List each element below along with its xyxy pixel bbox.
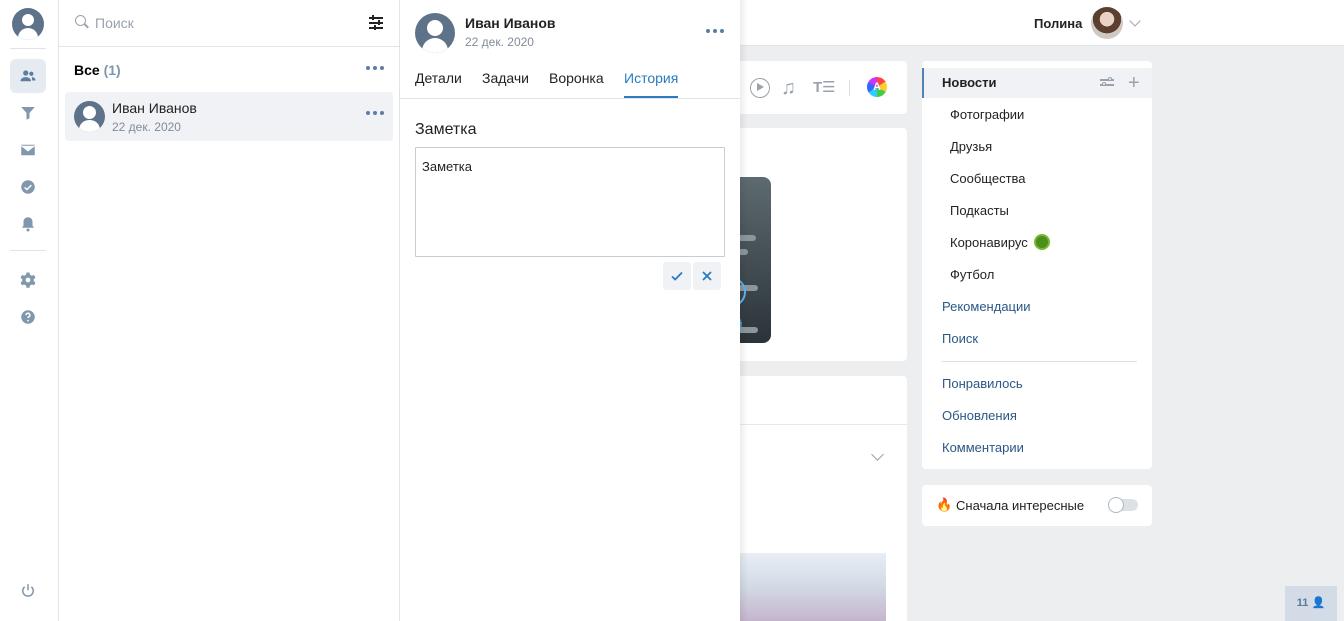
plus-icon[interactable]: + <box>1128 73 1140 93</box>
poster-icon[interactable]: A <box>867 77 887 97</box>
tab-tasks[interactable]: Задачи <box>482 70 529 96</box>
contact-date: 22 дек. 2020 <box>112 120 181 134</box>
menu-item-communities[interactable]: Сообщества <box>950 171 1026 186</box>
avatar <box>74 101 105 132</box>
contacts-icon[interactable] <box>10 59 46 93</box>
group-count: (1) <box>103 62 121 78</box>
online-friends-badge[interactable]: 11 👤 <box>1285 586 1337 621</box>
menu-item-football[interactable]: Футбол <box>950 267 994 282</box>
online-count: 11 <box>1296 597 1309 609</box>
more-icon[interactable] <box>366 110 384 116</box>
search-input[interactable] <box>95 12 355 34</box>
menu-item-news[interactable]: Новости <box>942 75 997 90</box>
chevron-down-icon[interactable] <box>871 448 884 461</box>
save-note-button[interactable] <box>663 262 691 290</box>
menu-item-photos[interactable]: Фотографии <box>950 107 1024 122</box>
interesting-first-toggle[interactable] <box>1108 497 1138 513</box>
menu-divider <box>942 361 1137 362</box>
contact-date: 22 дек. 2020 <box>465 35 534 49</box>
funnel-icon[interactable] <box>10 96 46 130</box>
mail-icon[interactable] <box>10 133 46 167</box>
fire-icon: 🔥 <box>936 497 953 512</box>
tab-details[interactable]: Детали <box>415 70 462 96</box>
group-name: Все <box>74 62 100 78</box>
more-icon[interactable] <box>706 28 724 34</box>
close-icon <box>702 271 712 281</box>
music-icon[interactable]: ♫ <box>781 78 801 98</box>
panel-shadow <box>740 0 748 621</box>
tab-funnel[interactable]: Воронка <box>549 70 604 96</box>
chevron-down-icon <box>1129 15 1141 27</box>
more-icon[interactable] <box>366 65 384 71</box>
sidebar-divider <box>10 250 46 251</box>
avatar[interactable] <box>415 13 455 53</box>
menu-item-coronavirus[interactable]: Коронавирус <box>950 235 1048 250</box>
gear-icon[interactable] <box>10 263 46 297</box>
toolbar-divider <box>849 80 850 96</box>
menu-item-search[interactable]: Поиск <box>942 331 978 346</box>
menu-item-updates[interactable]: Обновления <box>942 408 1017 423</box>
menu-item-liked[interactable]: Понравилось <box>942 376 1023 391</box>
menu-item-comments[interactable]: Комментарии <box>942 440 1024 455</box>
video-icon[interactable] <box>750 78 770 98</box>
note-textarea[interactable]: Заметка <box>415 147 725 257</box>
power-icon[interactable] <box>10 574 46 608</box>
avatar[interactable] <box>12 8 44 40</box>
tab-history[interactable]: История <box>624 70 679 98</box>
list-item[interactable]: Иван Иванов 22 дек. 2020 <box>65 92 393 141</box>
cancel-note-button[interactable] <box>693 262 721 290</box>
menu-item-label: Коронавирус <box>950 235 1028 250</box>
search-icon <box>75 15 89 29</box>
group-header[interactable]: Все (1) <box>74 62 121 78</box>
contacts-panel: Все (1) Иван Иванов 22 дек. 2020 <box>59 0 400 621</box>
note-title: Заметка <box>415 121 477 138</box>
check-icon <box>671 271 683 281</box>
feed-menu: Новости + Фотографии Друзья Сообщества П… <box>922 61 1152 469</box>
check-circle-icon[interactable] <box>10 170 46 204</box>
detail-tabs: Детали Задачи Воронка История <box>400 60 740 99</box>
interesting-first-label: Сначала интересные <box>956 498 1085 513</box>
contact-detail-panel: Иван Иванов 22 дек. 2020 Детали Задачи В… <box>400 0 740 621</box>
virus-icon <box>1035 236 1048 248</box>
crm-sidebar <box>0 0 59 621</box>
filter-settings-icon[interactable] <box>1100 77 1114 89</box>
user-name: Полина <box>1034 15 1083 31</box>
help-icon[interactable] <box>10 300 46 334</box>
post-photo[interactable] <box>740 553 886 621</box>
contact-name[interactable]: Иван Иванов <box>465 15 556 31</box>
user-avatar <box>1091 7 1124 39</box>
article-icon[interactable]: T☰ <box>813 78 836 98</box>
interesting-first-card: 🔥 Сначала интересные <box>922 485 1152 526</box>
user-menu[interactable]: Полина <box>1034 6 1141 40</box>
person-icon: 👤 <box>1311 597 1326 609</box>
search-bar <box>59 0 399 47</box>
menu-item-friends[interactable]: Друзья <box>950 139 992 154</box>
menu-item-recommendations[interactable]: Рекомендации <box>942 299 1031 314</box>
sidebar-divider <box>10 48 46 49</box>
bell-icon[interactable] <box>10 207 46 241</box>
active-item-marker <box>922 68 924 98</box>
contact-name: Иван Иванов <box>112 100 197 116</box>
filter-settings-icon[interactable] <box>369 15 383 30</box>
menu-item-podcasts[interactable]: Подкасты <box>950 203 1009 218</box>
